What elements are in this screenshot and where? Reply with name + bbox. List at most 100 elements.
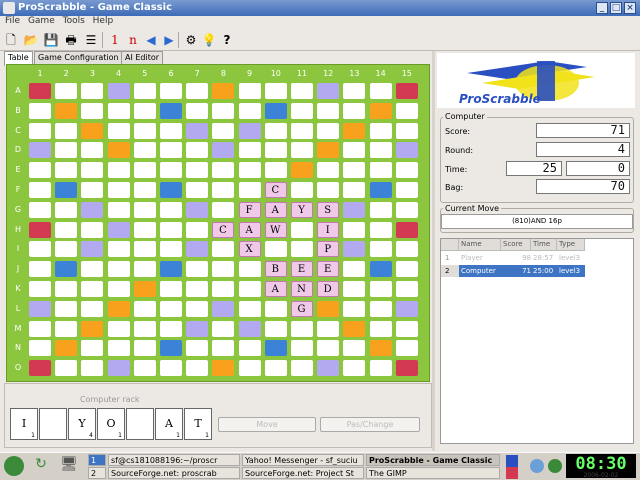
board-cell[interactable] (291, 340, 313, 357)
board-cell[interactable] (133, 83, 156, 99)
board-cell[interactable] (395, 261, 418, 278)
board-cell[interactable] (81, 142, 104, 159)
board-cell[interactable] (160, 162, 182, 179)
board-cell-dw[interactable] (238, 320, 261, 337)
board-cell[interactable] (29, 102, 51, 119)
board-cell[interactable] (55, 83, 78, 99)
board-cell[interactable] (369, 83, 392, 99)
placed-tile[interactable]: A (264, 281, 287, 297)
placed-tile[interactable]: E (291, 261, 313, 278)
placed-tile[interactable]: X (238, 241, 261, 258)
panel-splitter[interactable] (432, 51, 435, 451)
board-cell[interactable] (212, 241, 235, 258)
board-cell[interactable] (343, 83, 366, 99)
board-cell-dl[interactable] (317, 300, 340, 317)
placed-tile[interactable]: C (264, 182, 287, 198)
board-cell[interactable] (291, 142, 313, 159)
board-cell-dw[interactable] (107, 221, 130, 238)
board-cell-tl[interactable] (55, 182, 78, 198)
rack-tile[interactable]: O1 (97, 408, 125, 440)
volume-icon[interactable] (530, 459, 544, 473)
board-cell[interactable] (317, 320, 340, 337)
placed-tile[interactable]: Y (291, 201, 313, 218)
board-cell[interactable] (343, 221, 366, 238)
column-header-score[interactable]: Score (501, 239, 531, 251)
board-cell[interactable] (133, 102, 156, 119)
board-cell[interactable] (395, 162, 418, 179)
board-cell[interactable] (107, 320, 130, 337)
board-cell[interactable] (264, 162, 287, 179)
board-cell-dw[interactable] (212, 142, 235, 159)
board-cell-dw[interactable] (343, 241, 366, 258)
board-cell[interactable] (343, 162, 366, 179)
board-cell[interactable] (133, 162, 156, 179)
maximize-button[interactable]: □ (610, 2, 622, 14)
menu-tools[interactable]: Tools (63, 16, 85, 26)
placed-tile[interactable]: G (291, 300, 313, 317)
board-cell[interactable] (291, 83, 313, 99)
column-header-name[interactable]: Name (459, 239, 501, 251)
board-cell[interactable] (238, 300, 261, 317)
board-cell-dl[interactable] (317, 142, 340, 159)
board-cell-dl[interactable] (212, 360, 235, 377)
board-cell[interactable] (369, 320, 392, 337)
refresh-icon[interactable]: ↻ (30, 456, 52, 476)
board-cell[interactable] (133, 201, 156, 218)
desktop-icon[interactable]: 🖥 (58, 456, 80, 476)
board-cell[interactable] (133, 241, 156, 258)
board-cell[interactable] (29, 261, 51, 278)
board-cell-tl[interactable] (160, 182, 182, 198)
board-cell[interactable] (55, 221, 78, 238)
rack-tile[interactable]: Y4 (68, 408, 96, 440)
board-cell[interactable] (55, 122, 78, 139)
board-cell[interactable] (291, 122, 313, 139)
board-cell[interactable] (212, 340, 235, 357)
board-cell[interactable] (395, 340, 418, 357)
board-cell-dl[interactable] (212, 83, 235, 99)
board-cell[interactable] (186, 162, 209, 179)
board-cell[interactable] (395, 320, 418, 337)
placed-tile[interactable]: N (291, 281, 313, 297)
board-cell[interactable] (186, 182, 209, 198)
board-cell[interactable] (160, 241, 182, 258)
hint-icon[interactable]: 💡 (200, 31, 218, 49)
board-cell[interactable] (291, 241, 313, 258)
board-cell-dw[interactable] (395, 300, 418, 317)
board-cell[interactable] (212, 320, 235, 337)
board-cell[interactable] (238, 182, 261, 198)
board-cell[interactable] (369, 360, 392, 377)
board-cell[interactable] (291, 221, 313, 238)
board-cell[interactable] (133, 320, 156, 337)
board-cell-dw[interactable] (186, 241, 209, 258)
rack-tile[interactable] (126, 408, 154, 440)
list-icon[interactable]: ☰ (82, 31, 100, 49)
board-cell[interactable] (81, 360, 104, 377)
board-cell-dw[interactable] (81, 201, 104, 218)
start-menu-icon[interactable] (4, 456, 24, 476)
board-cell-dl[interactable] (81, 320, 104, 337)
tab-game-configuration[interactable]: Game Configuration (34, 51, 123, 65)
workspace-1[interactable]: 1 (88, 454, 106, 466)
board-cell[interactable] (107, 281, 130, 297)
board-cell-tw[interactable] (29, 83, 51, 99)
board-cell[interactable] (264, 122, 287, 139)
placed-tile[interactable]: I (317, 221, 340, 238)
board-cell[interactable] (160, 201, 182, 218)
board-cell[interactable] (238, 102, 261, 119)
board-cell[interactable] (238, 162, 261, 179)
board-cell[interactable] (317, 182, 340, 198)
board-cell[interactable] (238, 142, 261, 159)
board-cell[interactable] (291, 320, 313, 337)
board-cell[interactable] (133, 300, 156, 317)
board-cell-dl[interactable] (133, 281, 156, 297)
rack-tile[interactable]: I1 (10, 408, 38, 440)
board-cell-dw[interactable] (186, 201, 209, 218)
board-cell[interactable] (238, 360, 261, 377)
board-cell-tw[interactable] (395, 83, 418, 99)
board-cell[interactable] (212, 201, 235, 218)
board-cell-dw[interactable] (107, 83, 130, 99)
board-cell-dl[interactable] (107, 300, 130, 317)
board-cell[interactable] (160, 320, 182, 337)
board-cell[interactable] (29, 281, 51, 297)
board-cell[interactable] (55, 320, 78, 337)
